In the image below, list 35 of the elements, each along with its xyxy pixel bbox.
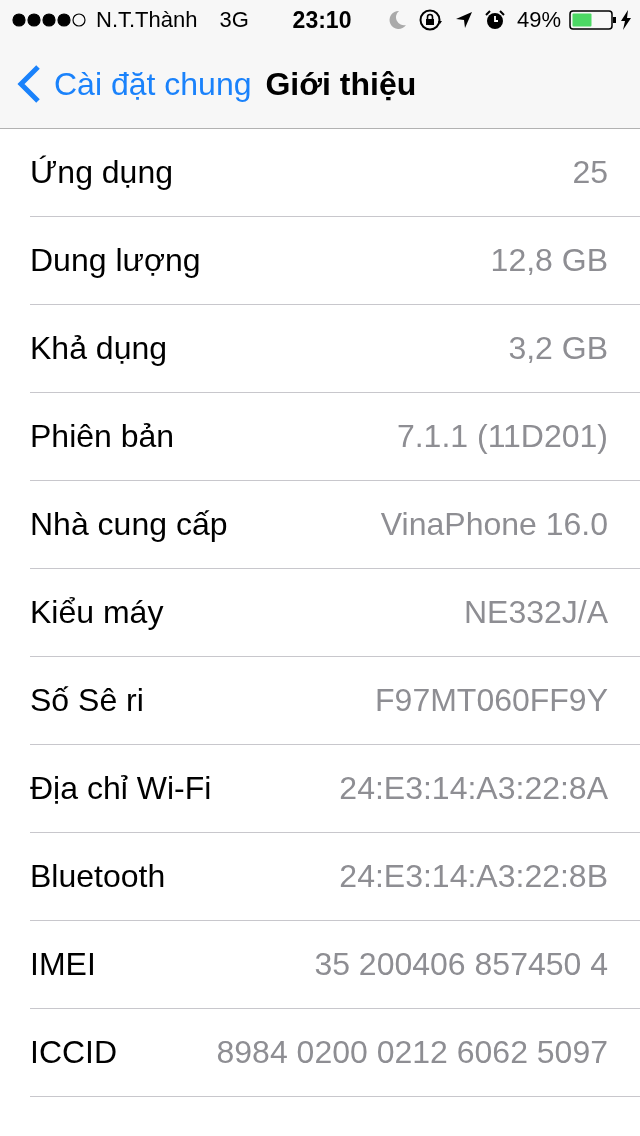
row-value: 8984 0200 0212 6062 5097 — [216, 1034, 608, 1071]
battery-percentage: 49% — [516, 7, 561, 33]
row-label: Dung lượng — [30, 242, 201, 279]
row-value: NE332J/A — [463, 594, 608, 631]
row-value: VinaPhone 16.0 — [380, 506, 608, 543]
location-arrow-icon — [454, 11, 473, 29]
row-value: 3,2 GB — [508, 330, 608, 367]
alarm-clock-icon — [484, 10, 505, 30]
row-value: 24:E3:14:A3:22:8A — [339, 770, 608, 807]
row-label: Khả dụng — [30, 330, 167, 367]
row-label: Nhà cung cấp — [30, 506, 228, 543]
row-value: 24:E3:14:A3:22:8B — [339, 858, 608, 895]
row-label: IMEI — [30, 946, 96, 983]
carrier-name: N.T.Thành — [96, 7, 198, 33]
row-value: 35 200406 857450 4 — [314, 946, 608, 983]
row-label: ICCID — [30, 1034, 118, 1071]
row-value: 7.1.1 (11D201) — [396, 418, 608, 455]
back-chevron-icon — [16, 64, 42, 104]
row-value: 25 — [572, 154, 608, 191]
clock-time: 23:10 — [292, 6, 352, 34]
row-value: 12,8 GB — [490, 242, 608, 279]
row-label: Số Sê ri — [30, 682, 144, 719]
battery-icon — [569, 10, 617, 30]
row-label: Bluetooth — [30, 858, 166, 895]
row-label: Kiểu máy — [30, 594, 164, 631]
screen-title: Giới thiệu — [265, 65, 417, 103]
rotation-lock-icon — [418, 9, 443, 31]
row-label: Phiên bản — [30, 418, 175, 455]
charging-bolt-icon — [620, 10, 632, 30]
row-value: F97MT060FF9Y — [375, 682, 608, 719]
back-button[interactable]: Cài đặt chung — [16, 64, 252, 104]
row-label: Ứng dụng — [30, 154, 173, 191]
network-type: 3G — [219, 7, 249, 33]
signal-icon — [12, 13, 88, 27]
row-label: Địa chỉ Wi-Fi — [30, 770, 212, 807]
